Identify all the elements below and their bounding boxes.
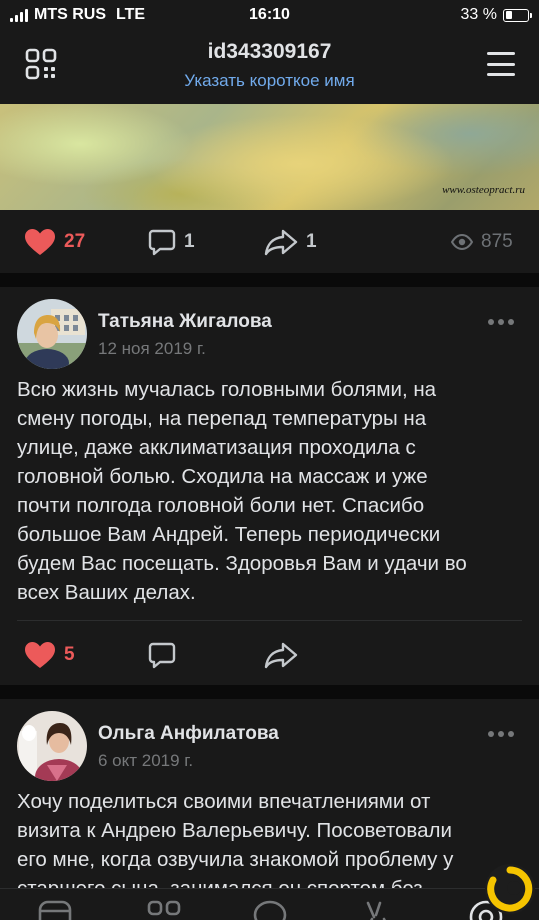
like-count: 5 (64, 644, 75, 665)
comment-text-line: почти полгода головной боли нет. Спасибо (17, 494, 425, 517)
status-bar: MTS RUS LTE 16:10 33 % (0, 0, 539, 30)
share-button[interactable] (264, 625, 298, 685)
comment-actions: 5 (0, 625, 539, 685)
comment-icon (148, 642, 176, 669)
comment-text-line: Хочу поделиться своими впечатлениями от (17, 790, 431, 813)
battery-icon (503, 8, 532, 22)
status-right: 33 % (460, 6, 532, 24)
comment-text-line: головной болью. Сходила на массаж и уже (17, 465, 428, 488)
comment-card: Татьяна Жигалова 12 ноя 2019 г. Всю жизн… (0, 287, 539, 685)
comment-date: 6 окт 2019 г. (98, 751, 194, 770)
menu-icon[interactable] (487, 52, 515, 76)
like-count: 27 (64, 231, 86, 252)
battery-percent: 33 % (460, 6, 497, 23)
view-count: 875 (481, 231, 513, 252)
comment-text-line: улице, даже акклиматизация проходила с (17, 436, 416, 459)
more-dots-icon[interactable] (488, 319, 514, 325)
comment-text: Хочу поделиться своими впечатлениями от … (17, 787, 522, 903)
tab-news-icon[interactable] (37, 899, 73, 920)
like-button[interactable]: 5 (24, 625, 75, 685)
status-time: 16:10 (249, 6, 290, 23)
comment-text-line: большое Вам Андрей. Теперь периодически (17, 523, 441, 546)
comment-date: 12 ноя 2019 г. (98, 339, 206, 358)
repost-count: 1 (306, 231, 317, 252)
share-arrow-icon (264, 642, 298, 669)
reply-button[interactable] (148, 625, 176, 685)
comment-count: 1 (184, 231, 195, 252)
tab-services-icon[interactable] (146, 899, 182, 920)
bottom-tab-bar (0, 888, 539, 920)
comment-text-line: будем Вас посещать. Здоровья Вам и удачи… (17, 552, 467, 575)
comment-text-line: его мне, когда озвучила знакомой проблем… (17, 848, 454, 871)
heart-icon (25, 642, 55, 668)
comment-text: Всю жизнь мучалась головными болями, на … (17, 375, 522, 607)
comment-text-line: визита к Андрею Валерьевичу. Посоветовал… (17, 819, 452, 842)
profile-header: id343309167 Указать короткое имя (0, 30, 539, 104)
share-arrow-icon (264, 229, 298, 256)
profile-id-title: id343309167 (207, 40, 332, 63)
comment-author[interactable]: Татьяна Жигалова (98, 311, 272, 333)
tab-clips-icon[interactable] (360, 899, 396, 920)
set-short-name-link[interactable]: Указать короткое имя (0, 71, 539, 91)
comment-button[interactable]: 1 (148, 212, 195, 272)
comment-text-line: Всю жизнь мучалась головными болями, на (17, 378, 437, 401)
image-watermark: www.osteopract.ru (442, 184, 525, 196)
views-counter: 875 (451, 212, 513, 272)
comment-text-line: всех Ваших делах. (17, 581, 196, 604)
like-button[interactable]: 27 (24, 212, 85, 272)
share-button[interactable]: 1 (264, 212, 317, 272)
post-image[interactable]: www.osteopract.ru (0, 104, 539, 210)
tab-messages-icon[interactable] (252, 899, 288, 920)
avatar[interactable] (17, 711, 87, 781)
more-dots-icon[interactable] (488, 731, 514, 737)
divider (17, 620, 522, 621)
comment-icon (148, 229, 176, 256)
eye-icon (451, 234, 473, 250)
heart-icon (25, 229, 55, 255)
post-actions-card: 27 1 1 875 (0, 210, 539, 273)
comment-author[interactable]: Ольга Анфилатова (98, 723, 279, 745)
comment-card: Ольга Анфилатова 6 окт 2019 г. Хочу поде… (0, 699, 539, 920)
app-logo-icon (485, 864, 535, 914)
avatar[interactable] (17, 299, 87, 369)
post-actions: 27 1 1 875 (0, 212, 539, 272)
comment-text-line: смену погоды, на перепад температуры на (17, 407, 427, 430)
